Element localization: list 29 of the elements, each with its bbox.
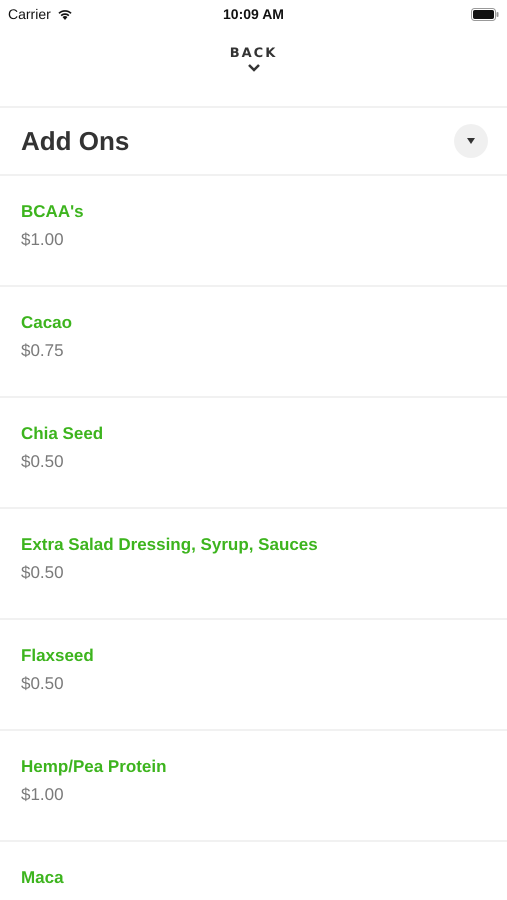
- item-name: Cacao: [21, 313, 72, 333]
- caret-icon: [466, 137, 476, 145]
- item-name: Maca: [21, 868, 64, 888]
- item-name: Hemp/Pea Protein: [21, 757, 166, 777]
- add-on-item[interactable]: Cacao $0.75: [0, 287, 507, 398]
- back-button[interactable]: BACK: [230, 46, 278, 106]
- collapse-toggle[interactable]: [454, 124, 488, 158]
- add-on-item[interactable]: Chia Seed $0.50: [0, 398, 507, 509]
- add-on-item[interactable]: Maca: [0, 842, 507, 900]
- item-price: $0.50: [21, 452, 64, 472]
- chevron-down-icon: [246, 63, 260, 73]
- add-on-item[interactable]: Extra Salad Dressing, Syrup, Sauces $0.50: [0, 509, 507, 620]
- item-price: $0.50: [21, 563, 64, 583]
- item-price: $1.00: [21, 230, 64, 250]
- add-on-item[interactable]: BCAA's $1.00: [0, 176, 507, 287]
- section-title: Add Ons: [21, 126, 130, 156]
- item-price: $0.50: [21, 674, 64, 694]
- item-price: $0.75: [21, 341, 64, 361]
- item-name: Chia Seed: [21, 424, 104, 444]
- item-name: Flaxseed: [21, 646, 94, 666]
- battery-icon: [471, 8, 499, 20]
- add-on-item[interactable]: Flaxseed $0.50: [0, 620, 507, 731]
- add-on-item[interactable]: Hemp/Pea Protein $1.00: [0, 731, 507, 842]
- item-name: BCAA's: [21, 202, 84, 222]
- wifi-icon: [56, 8, 73, 20]
- item-price: $1.00: [21, 785, 64, 805]
- carrier-name: Carrier: [8, 6, 51, 22]
- item-name: Extra Salad Dressing, Syrup, Sauces: [21, 535, 318, 555]
- clock-time: 10:09 AM: [223, 6, 284, 22]
